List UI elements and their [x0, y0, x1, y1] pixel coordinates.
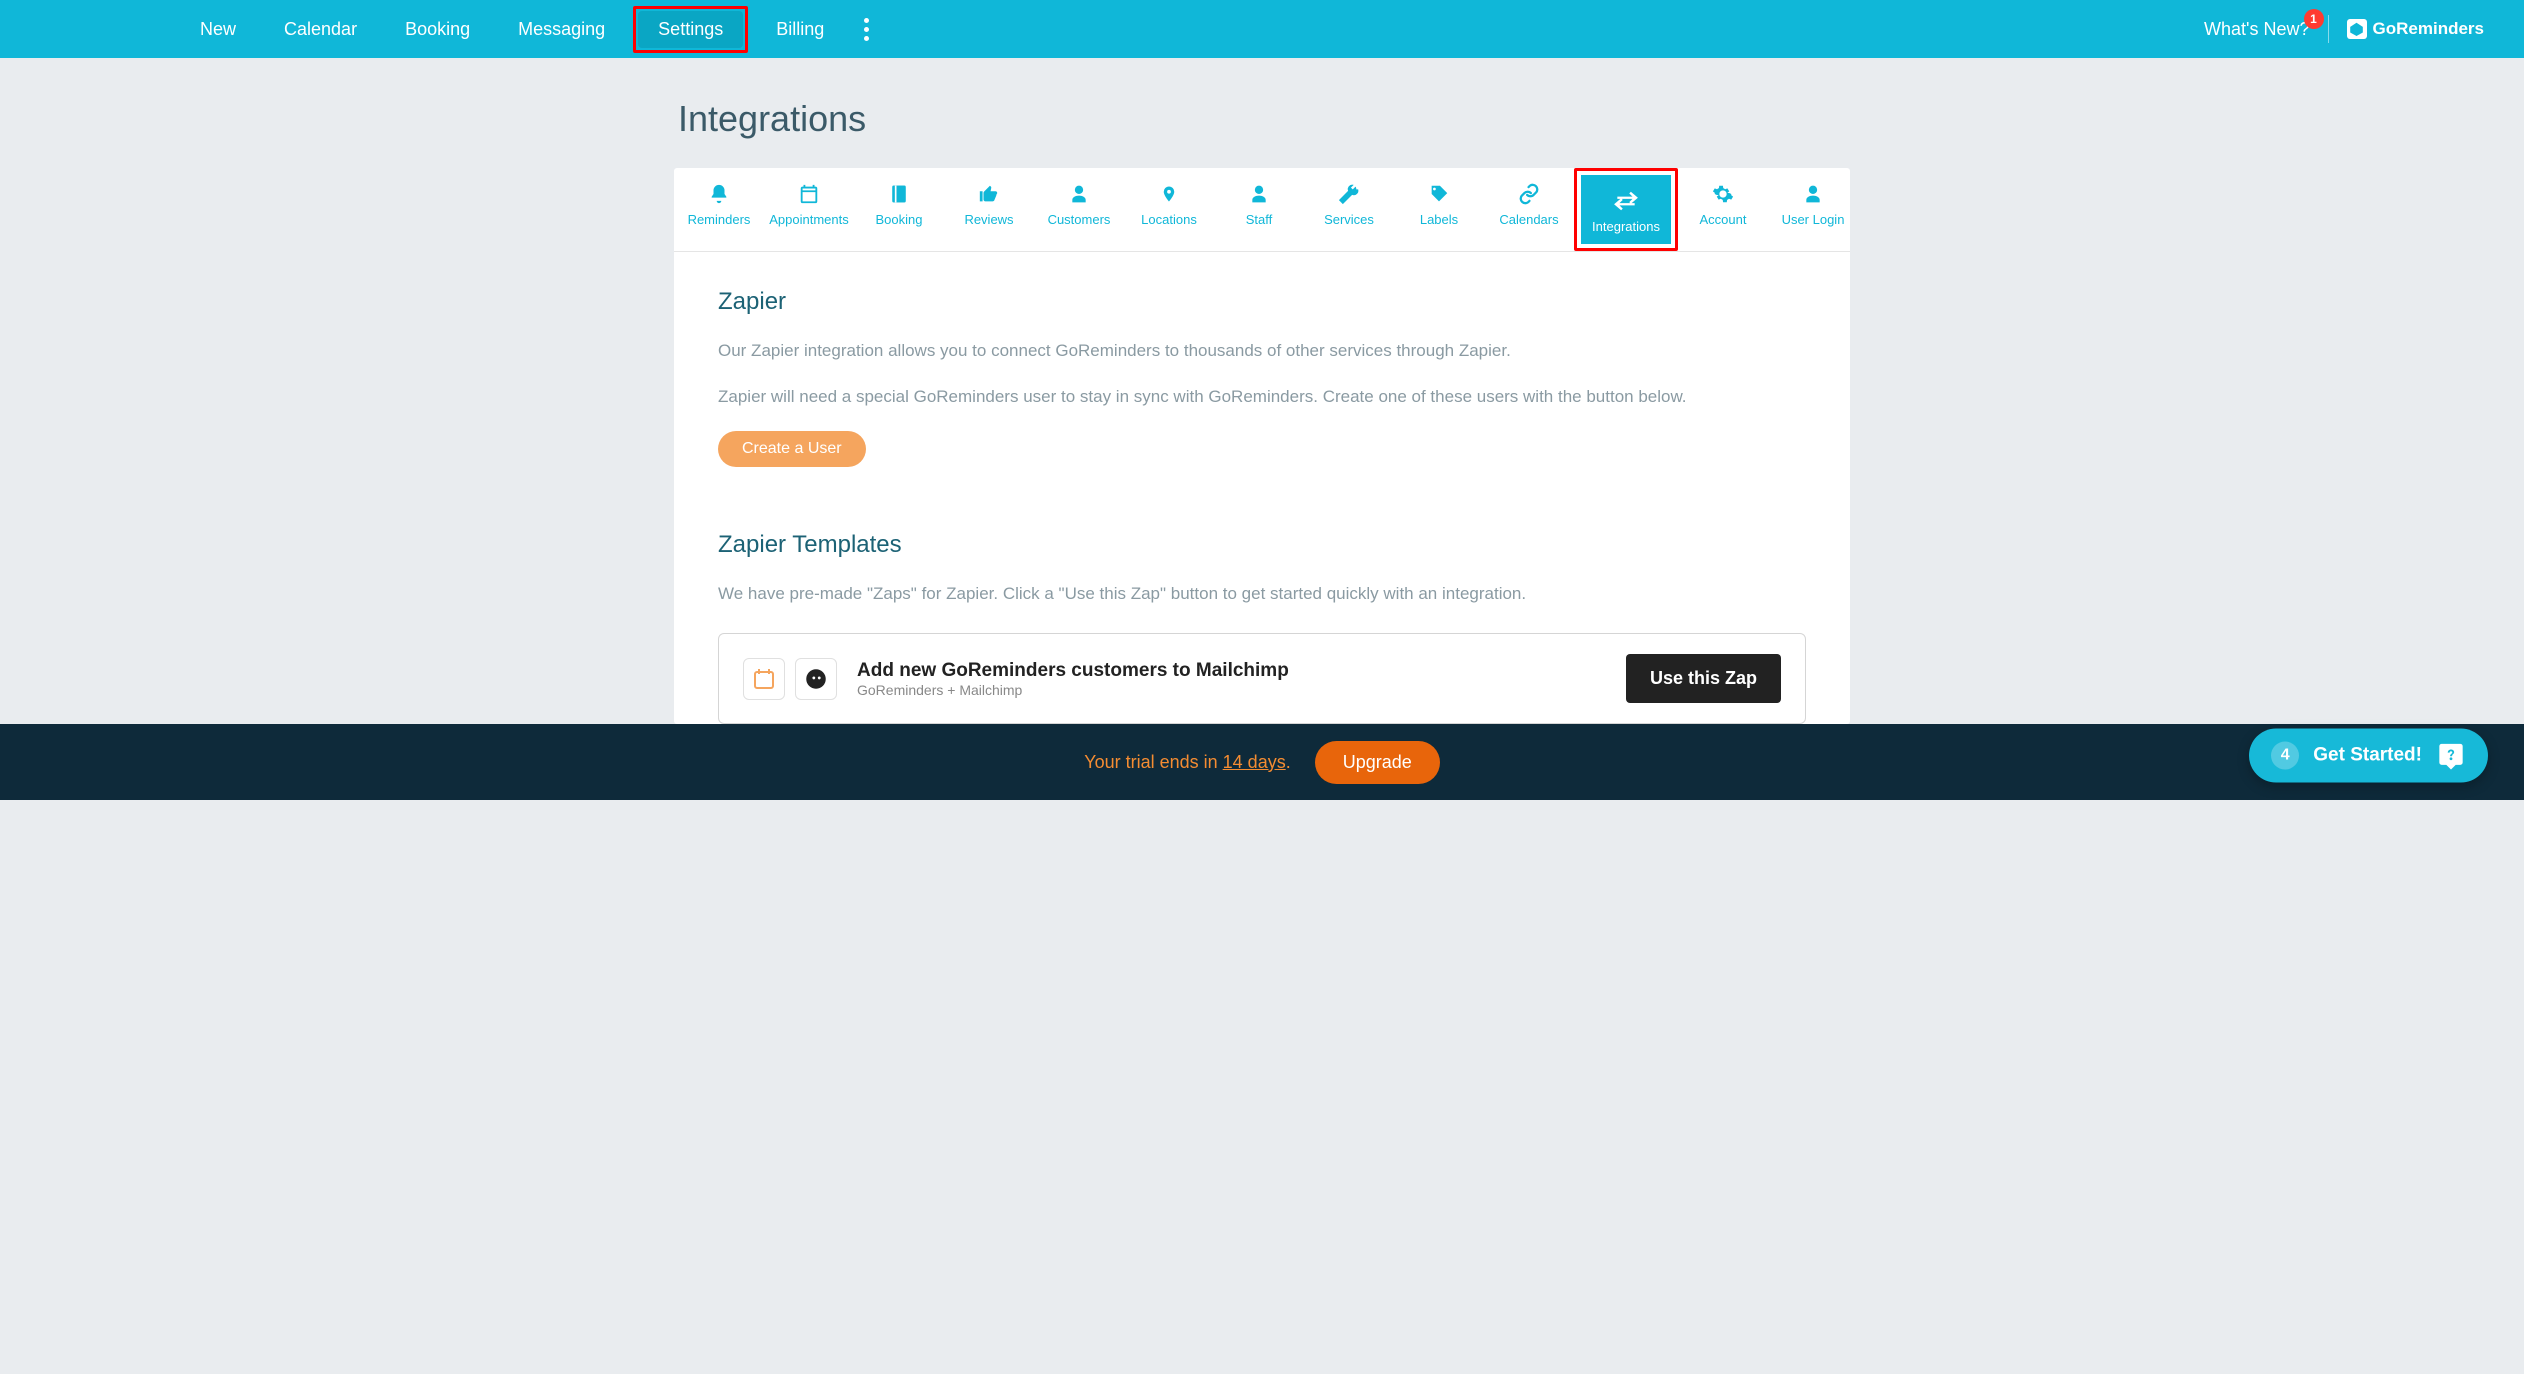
trial-prefix: Your trial ends in — [1084, 752, 1222, 772]
settings-panel: RemindersAppointmentsBookingReviewsCusto… — [674, 168, 1850, 724]
subnav-label: Services — [1304, 212, 1394, 227]
subnav-label: Customers — [1034, 212, 1124, 227]
subnav-booking[interactable]: Booking — [854, 168, 944, 251]
mailchimp-app-icon — [795, 658, 837, 700]
subnav-label: Integrations — [1581, 219, 1671, 234]
subnav-customers[interactable]: Customers — [1034, 168, 1124, 251]
page: Integrations RemindersAppointmentsBookin… — [674, 58, 1850, 724]
template-subtitle: GoReminders + Mailchimp — [857, 682, 1606, 698]
bell-icon — [674, 182, 764, 206]
content: Zapier Our Zapier integration allows you… — [674, 252, 1850, 724]
trial-days-link[interactable]: 14 days — [1223, 752, 1286, 772]
nav-right: What's New? 1 GoReminders — [2204, 15, 2484, 43]
arrows-icon — [1581, 189, 1671, 213]
gear-icon — [1678, 182, 1768, 206]
subnav-appointments[interactable]: Appointments — [764, 168, 854, 251]
zapier-text-1: Our Zapier integration allows you to con… — [718, 338, 1758, 364]
subnav-label: Reviews — [944, 212, 1034, 227]
subnav-labels[interactable]: Labels — [1394, 168, 1484, 251]
zapier-templates: Zapier Templates We have pre-made "Zaps"… — [718, 531, 1806, 724]
subnav-label: Reminders — [674, 212, 764, 227]
subnav-label: Booking — [854, 212, 944, 227]
trial-text: Your trial ends in 14 days. — [1084, 752, 1290, 773]
tag-icon — [1394, 182, 1484, 206]
use-this-zap-button[interactable]: Use this Zap — [1626, 654, 1781, 703]
zapier-text-2: Zapier will need a special GoReminders u… — [718, 384, 1758, 410]
subnav-user-login[interactable]: User Login — [1768, 168, 1858, 251]
nav-calendar[interactable]: Calendar — [264, 11, 377, 48]
highlight-settings: Settings — [633, 6, 748, 53]
subnav-integrations[interactable]: Integrations — [1581, 175, 1671, 244]
subnav-label: Calendars — [1484, 212, 1574, 227]
nav-booking[interactable]: Booking — [385, 11, 490, 48]
brand-icon — [2347, 19, 2367, 39]
subnav-label: Appointments — [764, 212, 854, 227]
thumbs-up-icon — [944, 182, 1034, 206]
trial-suffix: . — [1286, 752, 1291, 772]
subnav-account[interactable]: Account — [1678, 168, 1768, 251]
templates-title: Zapier Templates — [718, 531, 1806, 559]
subnav-staff[interactable]: Staff — [1214, 168, 1304, 251]
person-icon — [1214, 182, 1304, 206]
brand-link[interactable]: GoReminders — [2347, 19, 2484, 39]
highlight-integrations: Integrations — [1574, 168, 1678, 251]
user-icon — [1768, 182, 1858, 206]
nav-new[interactable]: New — [180, 11, 256, 48]
whats-new-link[interactable]: What's New? 1 — [2204, 19, 2309, 40]
divider — [2328, 15, 2329, 43]
template-icons — [743, 658, 837, 700]
get-started-label: Get Started! — [2313, 745, 2422, 767]
subnav-label: Labels — [1394, 212, 1484, 227]
settings-subnav: RemindersAppointmentsBookingReviewsCusto… — [674, 168, 1850, 252]
zapier-title: Zapier — [718, 288, 1806, 316]
book-icon — [854, 182, 944, 206]
brand-label: GoReminders — [2373, 19, 2484, 39]
subnav-locations[interactable]: Locations — [1124, 168, 1214, 251]
subnav-label: Locations — [1124, 212, 1214, 227]
subnav-label: User Login — [1768, 212, 1858, 227]
goreminders-app-icon — [743, 658, 785, 700]
notification-badge: 1 — [2304, 9, 2324, 29]
page-title: Integrations — [678, 98, 1850, 140]
whats-new-label: What's New? — [2204, 19, 2309, 39]
template-main: Add new GoReminders customers to Mailchi… — [857, 660, 1606, 698]
subnav-reminders[interactable]: Reminders — [674, 168, 764, 251]
templates-intro: We have pre-made "Zaps" for Zapier. Clic… — [718, 581, 1758, 607]
nav-left: New Calendar Booking Messaging Settings … — [180, 6, 881, 53]
template-title: Add new GoReminders customers to Mailchi… — [857, 660, 1606, 682]
calendar-icon — [764, 182, 854, 206]
footer-bar: Your trial ends in 14 days. Upgrade 4 Ge… — [0, 724, 2524, 800]
nav-settings[interactable]: Settings — [638, 11, 743, 48]
get-started-widget[interactable]: 4 Get Started! — [2249, 729, 2488, 783]
subnav-label: Account — [1678, 212, 1768, 227]
subnav-calendars[interactable]: Calendars — [1484, 168, 1574, 251]
link-icon — [1484, 182, 1574, 206]
wrench-icon — [1304, 182, 1394, 206]
subnav-reviews[interactable]: Reviews — [944, 168, 1034, 251]
create-user-button[interactable]: Create a User — [718, 431, 866, 467]
top-nav: New Calendar Booking Messaging Settings … — [0, 0, 2524, 58]
help-icon — [2436, 741, 2466, 771]
nav-billing[interactable]: Billing — [756, 11, 844, 48]
upgrade-button[interactable]: Upgrade — [1315, 741, 1440, 784]
subnav-services[interactable]: Services — [1304, 168, 1394, 251]
zap-template-row: Add new GoReminders customers to Mailchi… — [718, 633, 1806, 724]
get-started-count: 4 — [2271, 742, 2299, 770]
pin-icon — [1124, 182, 1214, 206]
nav-messaging[interactable]: Messaging — [498, 11, 625, 48]
more-menu-icon[interactable] — [852, 10, 881, 49]
subnav-label: Staff — [1214, 212, 1304, 227]
person-icon — [1034, 182, 1124, 206]
